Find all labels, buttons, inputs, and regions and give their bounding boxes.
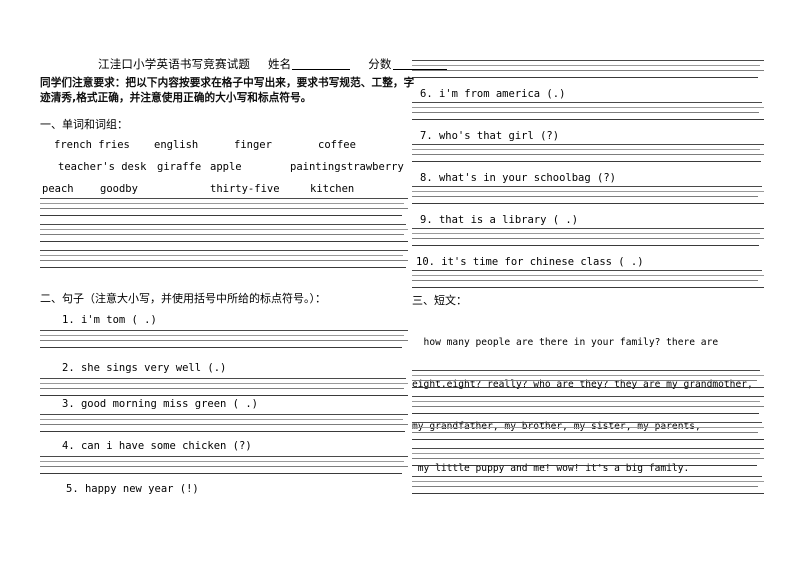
instructions-text: 同学们注意要求：把以下内容按要求在格子中写出来，要求书写规范、工整，字迹清秀,格…: [40, 77, 415, 104]
word-item: english: [154, 139, 199, 151]
word-row: teacher's desk giraffe apple paintingstr…: [40, 156, 412, 178]
sentence-prompt: 3. good morning miss green ( .): [62, 398, 258, 410]
sentence-prompt: 1. i'm tom ( .): [62, 314, 157, 326]
sentence-prompt: 7. who's that girl (?): [420, 130, 560, 142]
section-two-heading: 二、句子（注意大小写，并使用括号中所给的标点符号。）：: [40, 292, 326, 305]
word-item: peach: [42, 183, 74, 195]
section-one-heading: 一、单词和词组：: [40, 118, 128, 131]
sentence-prompt: 4. can i have some chicken (?): [62, 440, 252, 452]
word-item: thirty-five: [210, 183, 280, 195]
writing-guide-block[interactable]: [412, 270, 764, 292]
writing-guide-block[interactable]: [412, 102, 764, 124]
word-item: kitchen: [310, 183, 355, 195]
writing-guide-block[interactable]: [412, 144, 764, 166]
word-row: peach goodby thirty-five kitchen: [40, 178, 412, 200]
word-item: coffee: [318, 139, 356, 151]
sentence-prompt: 8. what's in your schoolbag (?): [420, 172, 616, 184]
sentence-prompt: 10. it's time for chinese class ( .): [416, 256, 644, 268]
section-three-heading: 三、短文：: [412, 294, 467, 307]
word-item: finger: [234, 139, 272, 151]
writing-guide-block[interactable]: [40, 378, 408, 400]
writing-guide-block[interactable]: [412, 228, 764, 250]
word-item: teacher's desk: [58, 161, 147, 173]
sentence-prompt: 9. that is a library ( .): [420, 214, 579, 226]
writing-guide-block[interactable]: [40, 414, 408, 436]
name-blank[interactable]: [292, 69, 351, 70]
sentence-prompt: 6. i'm from america (.): [420, 88, 566, 100]
word-item: apple: [210, 161, 242, 173]
name-label: 姓名: [267, 57, 292, 71]
word-item: giraffe: [157, 161, 202, 173]
writing-guide-block[interactable]: [40, 456, 408, 478]
writing-guide-block[interactable]: [412, 60, 764, 82]
word-item: french fries: [54, 139, 130, 151]
word-item: paintingstrawberry: [290, 161, 404, 173]
writing-guide-block[interactable]: [412, 186, 764, 208]
writing-guide-block[interactable]: [412, 370, 764, 510]
writing-guide-block[interactable]: [40, 330, 408, 352]
score-label: 分数: [368, 57, 392, 71]
sentence-prompt: 5. happy new year (!): [66, 483, 199, 495]
worksheet-page: 江洼口小学英语书写竞赛试题 姓名 分数 同学们注意要求：把以下内容按要求在格子中…: [0, 0, 800, 566]
word-list: french fries english finger coffee teach…: [40, 134, 412, 200]
passage-line: how many people are there in your family…: [412, 337, 719, 348]
writing-guide-block[interactable]: [40, 198, 408, 282]
sentence-prompt: 2. she sings very well (.): [62, 362, 227, 374]
right-column: 6. i'm from america (.) 7. who's that gi…: [412, 0, 764, 566]
word-row: french fries english finger coffee: [40, 134, 412, 156]
left-column: 江洼口小学英语书写竞赛试题 姓名 分数 同学们注意要求：把以下内容按要求在格子中…: [40, 0, 447, 566]
document-header: 江洼口小学英语书写竞赛试题 姓名 分数: [40, 56, 447, 72]
word-item: goodby: [100, 183, 138, 195]
page-title: 江洼口小学英语书写竞赛试题: [98, 57, 251, 71]
